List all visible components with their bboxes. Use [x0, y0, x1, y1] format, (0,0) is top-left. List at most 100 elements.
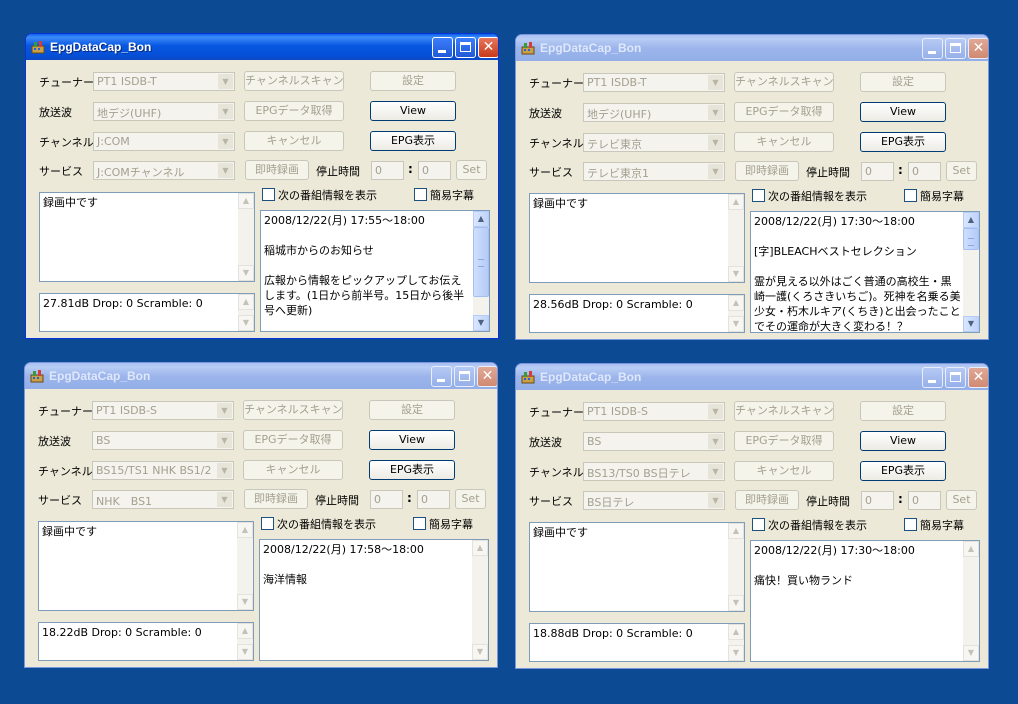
scrollbar[interactable]: ▲ ▼ — [237, 522, 253, 610]
status-box[interactable]: 録画中です ▲ ▼ — [39, 192, 255, 282]
scroll-thumb[interactable] — [963, 228, 979, 250]
close-button[interactable]: ✕ — [478, 37, 498, 58]
scroll-up-arrow-icon[interactable]: ▲ — [237, 623, 253, 639]
next-program-checkbox[interactable]: 次の番組情報を表示 — [752, 517, 867, 533]
tuner-select[interactable]: PT1 ISDB-S ▼ — [583, 402, 725, 421]
app-window-2[interactable]: EpgDataCap_Bon ✕ チューナー PT1 ISDB-T ▼ チャンネル… — [515, 34, 989, 340]
minimize-button[interactable] — [922, 38, 943, 59]
settings-button[interactable]: 設定 — [860, 401, 946, 421]
stop-hour-input[interactable]: 0 — [371, 161, 404, 180]
stop-minute-input[interactable]: 0 — [417, 490, 450, 509]
broadcast-select[interactable]: BS ▼ — [92, 431, 234, 450]
epg-get-button[interactable]: EPGデータ取得 — [244, 101, 344, 121]
stop-hour-input[interactable]: 0 — [370, 490, 403, 509]
stop-minute-input[interactable]: 0 — [908, 491, 941, 510]
scroll-up-arrow-icon[interactable]: ▲ — [963, 212, 979, 228]
scrollbar[interactable]: ▲ ▼ — [728, 194, 744, 282]
scroll-down-arrow-icon[interactable]: ▼ — [238, 315, 254, 331]
stop-minute-input[interactable]: 0 — [908, 162, 941, 181]
view-button[interactable]: View — [860, 102, 946, 122]
stop-hour-input[interactable]: 0 — [861, 491, 894, 510]
scroll-down-arrow-icon[interactable]: ▼ — [728, 266, 744, 282]
scroll-down-arrow-icon[interactable]: ▼ — [472, 644, 488, 660]
scroll-down-arrow-icon[interactable]: ▼ — [238, 265, 254, 281]
stop-hour-input[interactable]: 0 — [861, 162, 894, 181]
close-button[interactable]: ✕ — [968, 367, 988, 388]
status-box[interactable]: 録画中です ▲ ▼ — [38, 521, 254, 611]
scrollbar[interactable]: ▲ ▼ — [728, 523, 744, 611]
close-button[interactable]: ✕ — [968, 38, 988, 59]
set-button[interactable]: Set — [455, 489, 486, 509]
scroll-down-arrow-icon[interactable]: ▼ — [728, 316, 744, 332]
scroll-down-arrow-icon[interactable]: ▼ — [963, 645, 979, 661]
channel-select[interactable]: テレビ東京 ▼ — [583, 133, 725, 152]
scrollbar[interactable]: ▲ ▼ — [728, 624, 744, 661]
instant-record-button[interactable]: 即時録画 — [244, 489, 308, 509]
title-bar[interactable]: EpgDataCap_Bon ✕ — [516, 364, 988, 390]
epg-get-button[interactable]: EPGデータ取得 — [734, 431, 834, 451]
status-box[interactable]: 録画中です ▲ ▼ — [529, 193, 745, 283]
cancel-button[interactable]: キャンセル — [243, 460, 343, 480]
tuner-select[interactable]: PT1 ISDB-T ▼ — [93, 72, 235, 91]
simple-caption-checkbox[interactable]: 簡易字幕 — [904, 188, 964, 204]
scroll-down-arrow-icon[interactable]: ▼ — [728, 595, 744, 611]
channel-select[interactable]: J:COM ▼ — [93, 132, 235, 151]
scroll-up-arrow-icon[interactable]: ▲ — [963, 541, 979, 557]
title-bar[interactable]: EpgDataCap_Bon ✕ — [516, 35, 988, 61]
scroll-down-arrow-icon[interactable]: ▼ — [963, 316, 979, 332]
scroll-down-arrow-icon[interactable]: ▼ — [237, 594, 253, 610]
scroll-up-arrow-icon[interactable]: ▲ — [237, 522, 253, 538]
set-button[interactable]: Set — [946, 490, 977, 510]
maximize-button[interactable] — [945, 367, 966, 388]
scroll-down-arrow-icon[interactable]: ▼ — [473, 315, 489, 331]
epg-show-button[interactable]: EPG表示 — [369, 460, 455, 480]
close-button[interactable]: ✕ — [477, 366, 497, 387]
channel-scan-button[interactable]: チャンネルスキャン — [244, 71, 344, 91]
minimize-button[interactable] — [431, 366, 452, 387]
epg-show-button[interactable]: EPG表示 — [860, 132, 946, 152]
channel-select[interactable]: BS13/TS0 BS日テレ ▼ — [583, 462, 725, 481]
service-select[interactable]: J:COMチャンネル ▼ — [93, 161, 235, 180]
settings-button[interactable]: 設定 — [860, 72, 946, 92]
app-window-3[interactable]: EpgDataCap_Bon ✕ チューナー PT1 ISDB-S ▼ チャンネル… — [24, 362, 498, 668]
maximize-button[interactable] — [454, 366, 475, 387]
view-button[interactable]: View — [860, 431, 946, 451]
scrollbar[interactable]: ▲ ▼ — [963, 541, 979, 661]
next-program-checkbox[interactable]: 次の番組情報を表示 — [752, 188, 867, 204]
simple-caption-checkbox[interactable]: 簡易字幕 — [413, 516, 473, 532]
channel-scan-button[interactable]: チャンネルスキャン — [243, 400, 343, 420]
signal-box[interactable]: 27.81dB Drop: 0 Scramble: 0 ▲ ▼ — [39, 293, 255, 332]
signal-box[interactable]: 18.88dB Drop: 0 Scramble: 0 ▲ ▼ — [529, 623, 745, 662]
service-select[interactable]: BS日テレ ▼ — [583, 491, 725, 510]
epg-show-button[interactable]: EPG表示 — [860, 461, 946, 481]
maximize-button[interactable] — [945, 38, 966, 59]
simple-caption-checkbox[interactable]: 簡易字幕 — [904, 517, 964, 533]
scrollbar[interactable]: ▲ ▼ — [963, 212, 979, 332]
cancel-button[interactable]: キャンセル — [734, 132, 834, 152]
epg-info-box[interactable]: 2008/12/22(月) 17:30～18:00 痛快！買い物ランド ▲ ▼ — [750, 540, 980, 662]
title-bar[interactable]: EpgDataCap_Bon ✕ — [26, 34, 498, 60]
service-select[interactable]: テレビ東京1 ▼ — [583, 162, 725, 181]
epg-info-box[interactable]: 2008/12/22(月) 17:55～18:00 稲城市からのお知らせ 広報か… — [260, 210, 490, 332]
settings-button[interactable]: 設定 — [369, 400, 455, 420]
scroll-up-arrow-icon[interactable]: ▲ — [473, 211, 489, 227]
tuner-select[interactable]: PT1 ISDB-T ▼ — [583, 73, 725, 92]
cancel-button[interactable]: キャンセル — [734, 461, 834, 481]
scroll-up-arrow-icon[interactable]: ▲ — [238, 294, 254, 310]
epg-get-button[interactable]: EPGデータ取得 — [243, 430, 343, 450]
channel-scan-button[interactable]: チャンネルスキャン — [734, 72, 834, 92]
scroll-up-arrow-icon[interactable]: ▲ — [472, 540, 488, 556]
set-button[interactable]: Set — [946, 161, 977, 181]
view-button[interactable]: View — [369, 430, 455, 450]
stop-minute-input[interactable]: 0 — [418, 161, 451, 180]
instant-record-button[interactable]: 即時録画 — [735, 161, 799, 181]
app-window-1[interactable]: EpgDataCap_Bon ✕ チューナー PT1 ISDB-T ▼ チャンネル… — [25, 33, 499, 339]
settings-button[interactable]: 設定 — [370, 71, 456, 91]
scrollbar[interactable]: ▲ ▼ — [728, 295, 744, 332]
scroll-up-arrow-icon[interactable]: ▲ — [728, 295, 744, 311]
next-program-checkbox[interactable]: 次の番組情報を表示 — [262, 187, 377, 203]
status-box[interactable]: 録画中です ▲ ▼ — [529, 522, 745, 612]
service-select[interactable]: NHK BS1 ▼ — [92, 490, 234, 509]
scrollbar[interactable]: ▲ ▼ — [238, 193, 254, 281]
cancel-button[interactable]: キャンセル — [244, 131, 344, 151]
